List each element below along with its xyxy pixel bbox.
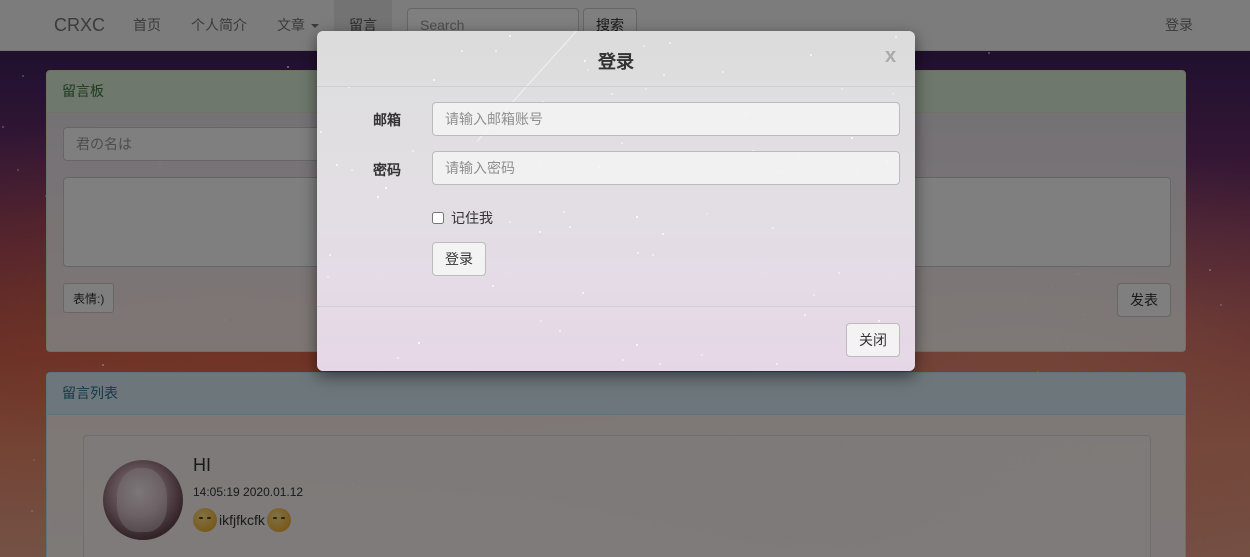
email-field[interactable] [432, 102, 900, 136]
star-dot [621, 142, 623, 144]
star-dot [569, 226, 571, 228]
modal-title: 登录 [598, 52, 634, 72]
star-dot [706, 213, 708, 215]
star-dot [385, 187, 387, 189]
modal-close-button[interactable]: 关闭 [846, 323, 900, 357]
star-dot [637, 252, 639, 254]
star-dot [492, 285, 494, 287]
star-dot [327, 276, 329, 278]
close-icon[interactable]: x [885, 45, 896, 68]
star-dot [377, 196, 379, 198]
star-dot [582, 292, 584, 294]
star-dot [772, 227, 774, 229]
login-submit-button[interactable]: 登录 [432, 242, 486, 276]
star-dot [412, 150, 414, 152]
modal-header: 登录 x [317, 31, 915, 87]
star-dot [892, 93, 894, 95]
star-dot [336, 164, 338, 166]
remember-me-label: 记住我 [451, 210, 493, 226]
star-dot [636, 216, 638, 218]
login-modal: 登录 x 邮箱 密码 记住我 登录 关闭 [317, 31, 915, 371]
star-dot [539, 231, 541, 233]
star-dot [509, 221, 511, 223]
star-dot [838, 272, 840, 274]
star-dot [652, 254, 654, 256]
email-label: 邮箱 [373, 112, 401, 128]
star-dot [813, 294, 815, 296]
star-dot [645, 88, 647, 90]
star-dot [329, 254, 331, 256]
remember-me[interactable]: 记住我 [432, 208, 493, 228]
remember-me-checkbox[interactable] [432, 212, 444, 224]
star-dot [841, 88, 843, 90]
password-label: 密码 [373, 162, 401, 178]
star-dot [320, 131, 322, 133]
star-dot [611, 93, 613, 95]
modal-footer: 关闭 [317, 306, 915, 371]
star-dot [563, 211, 565, 213]
password-field[interactable] [432, 151, 900, 185]
star-dot [662, 233, 664, 235]
star-dot [851, 137, 853, 139]
